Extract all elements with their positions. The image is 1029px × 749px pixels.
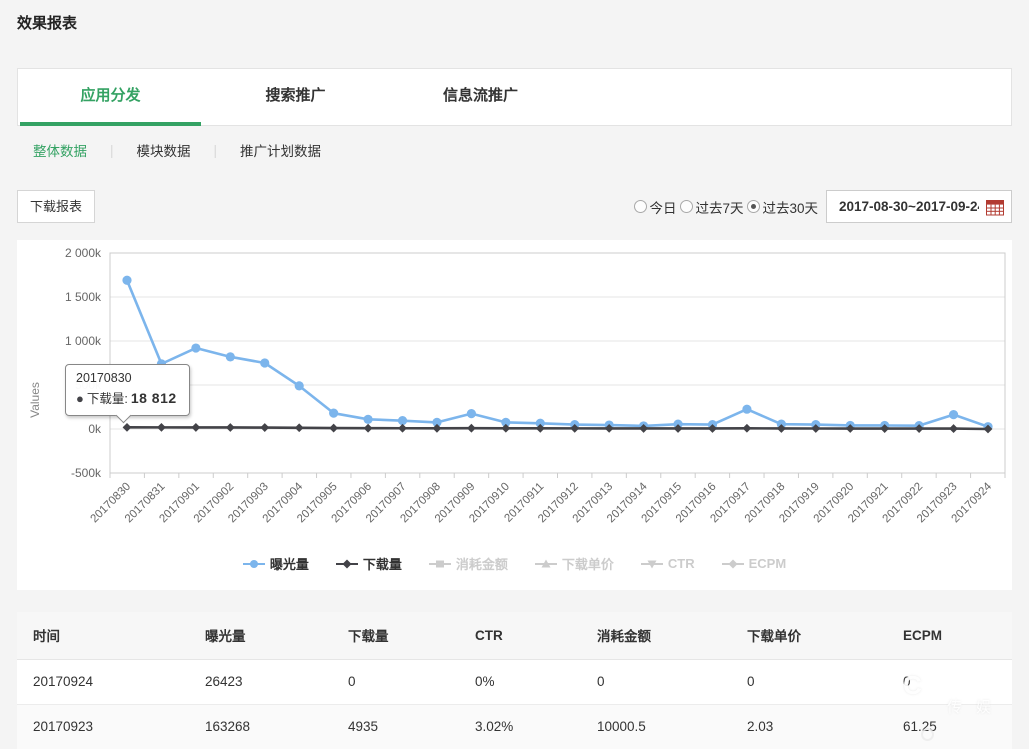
chart-tooltip: 20170830 ●下载量:18 812 <box>65 364 190 416</box>
tooltip-row: ●下载量:18 812 <box>76 388 177 407</box>
legend-label[interactable]: ECPM <box>749 556 787 571</box>
legend-label[interactable]: 曝光量 <box>270 554 309 573</box>
svg-text:0k: 0k <box>88 422 102 436</box>
chart-legend: 曝光量 下载量 消耗金额 下载单价 CTR ECPM <box>17 554 1012 573</box>
radio-past7days[interactable]: 过去7天 <box>680 197 743 217</box>
radio-circle-icon[interactable] <box>680 200 693 213</box>
legend-label[interactable]: 下载单价 <box>562 554 614 573</box>
cell-ecpm: 0 <box>887 659 1012 704</box>
svg-text:1 500k: 1 500k <box>65 290 102 304</box>
page-title: 效果报表 <box>17 12 77 33</box>
col-header-unit-price: 下载单价 <box>731 612 887 659</box>
legend-item-ecpm[interactable]: ECPM <box>722 554 787 573</box>
cell-unit-price: 2.03 <box>731 704 887 749</box>
svg-text:1 000k: 1 000k <box>65 334 102 348</box>
series-dot-icon: ● <box>76 391 84 406</box>
radio-past7days-label[interactable]: 过去7天 <box>695 197 743 217</box>
table-header-row: 时间 曝光量 下载量 CTR 消耗金额 下载单价 ECPM <box>17 612 1012 659</box>
table-row: 20170923 163268 4935 3.02% 10000.5 2.03 … <box>17 704 1012 749</box>
cell-downloads: 0 <box>332 659 459 704</box>
col-header-ecpm: ECPM <box>887 612 1012 659</box>
col-header-spend: 消耗金额 <box>581 612 731 659</box>
cell-downloads: 4935 <box>332 704 459 749</box>
cell-ctr: 0% <box>459 659 581 704</box>
cell-unit-price: 0 <box>731 659 887 704</box>
date-range-controls: 今日 过去7天 过去30天 <box>630 190 1012 223</box>
radio-today[interactable]: 今日 <box>634 197 676 217</box>
subtab-module-data[interactable]: 模块数据 <box>137 140 191 160</box>
col-header-downloads: 下载量 <box>332 612 459 659</box>
subtab-overall-data[interactable]: 整体数据 <box>33 140 87 160</box>
cell-spend: 10000.5 <box>581 704 731 749</box>
cell-spend: 0 <box>581 659 731 704</box>
metrics-table: 时间 曝光量 下载量 CTR 消耗金额 下载单价 ECPM 20170924 2… <box>17 612 1012 749</box>
legend-item-ctr[interactable]: CTR <box>641 554 695 573</box>
radio-circle-icon[interactable] <box>634 200 647 213</box>
legend-label[interactable]: 消耗金额 <box>456 554 508 573</box>
cell-exposure: 163268 <box>189 704 332 749</box>
table-row: 20170924 26423 0 0% 0 0 0 <box>17 659 1012 704</box>
legend-marker-square-icon <box>429 558 451 570</box>
legend-marker-triangle-icon <box>535 558 557 570</box>
cell-time: 20170924 <box>17 659 189 704</box>
radio-circle-icon[interactable] <box>747 200 760 213</box>
subtab-separator: | <box>110 143 114 158</box>
legend-item-exposure[interactable]: 曝光量 <box>243 554 309 573</box>
tab-bar: 应用分发 搜索推广 信息流推广 <box>17 68 1012 126</box>
cell-time: 20170923 <box>17 704 189 749</box>
date-range-input[interactable] <box>827 191 979 222</box>
calendar-icon[interactable] <box>986 199 1004 221</box>
data-table-panel: 时间 曝光量 下载量 CTR 消耗金额 下载单价 ECPM 20170924 2… <box>17 612 1012 749</box>
legend-item-spend[interactable]: 消耗金额 <box>429 554 508 573</box>
radio-past30days-label[interactable]: 过去30天 <box>762 197 818 217</box>
col-header-time: 时间 <box>17 612 189 659</box>
cell-exposure: 26423 <box>189 659 332 704</box>
tooltip-series-label: 下载量: <box>87 392 128 406</box>
subtab-plan-data[interactable]: 推广计划数据 <box>240 140 321 160</box>
tooltip-date: 20170830 <box>76 371 177 385</box>
subtab-separator: | <box>214 143 218 158</box>
download-report-button[interactable]: 下载报表 <box>17 190 95 223</box>
radio-today-label[interactable]: 今日 <box>649 197 676 217</box>
tooltip-value: 18 812 <box>131 390 177 406</box>
legend-marker-diamond-icon <box>336 558 358 570</box>
legend-marker-triangle-down-icon <box>641 558 663 570</box>
legend-item-downloads[interactable]: 下载量 <box>336 554 402 573</box>
chart-panel: Values2 000k1 500k1 000k500k0k-500k20170… <box>17 240 1012 590</box>
tab-app-distribution[interactable]: 应用分发 <box>18 69 203 125</box>
legend-marker-circle-icon <box>243 558 265 570</box>
svg-text:2 000k: 2 000k <box>65 246 102 260</box>
radio-past30days[interactable]: 过去30天 <box>747 197 818 217</box>
date-range-field[interactable] <box>826 190 1012 223</box>
svg-text:-500k: -500k <box>71 466 102 480</box>
subtab-bar: 整体数据 | 模块数据 | 推广计划数据 <box>33 140 321 160</box>
tab-search-promotion[interactable]: 搜索推广 <box>203 69 388 125</box>
legend-label[interactable]: 下载量 <box>363 554 402 573</box>
legend-label[interactable]: CTR <box>668 556 695 571</box>
tab-feed-promotion[interactable]: 信息流推广 <box>388 69 573 125</box>
legend-marker-diamond-icon <box>722 558 744 570</box>
col-header-ctr: CTR <box>459 612 581 659</box>
legend-item-unit-price[interactable]: 下载单价 <box>535 554 614 573</box>
cell-ecpm: 61.25 <box>887 704 1012 749</box>
cell-ctr: 3.02% <box>459 704 581 749</box>
svg-text:Values: Values <box>28 382 42 418</box>
range-radio-group: 今日 过去7天 过去30天 <box>630 197 818 217</box>
col-header-exposure: 曝光量 <box>189 612 332 659</box>
